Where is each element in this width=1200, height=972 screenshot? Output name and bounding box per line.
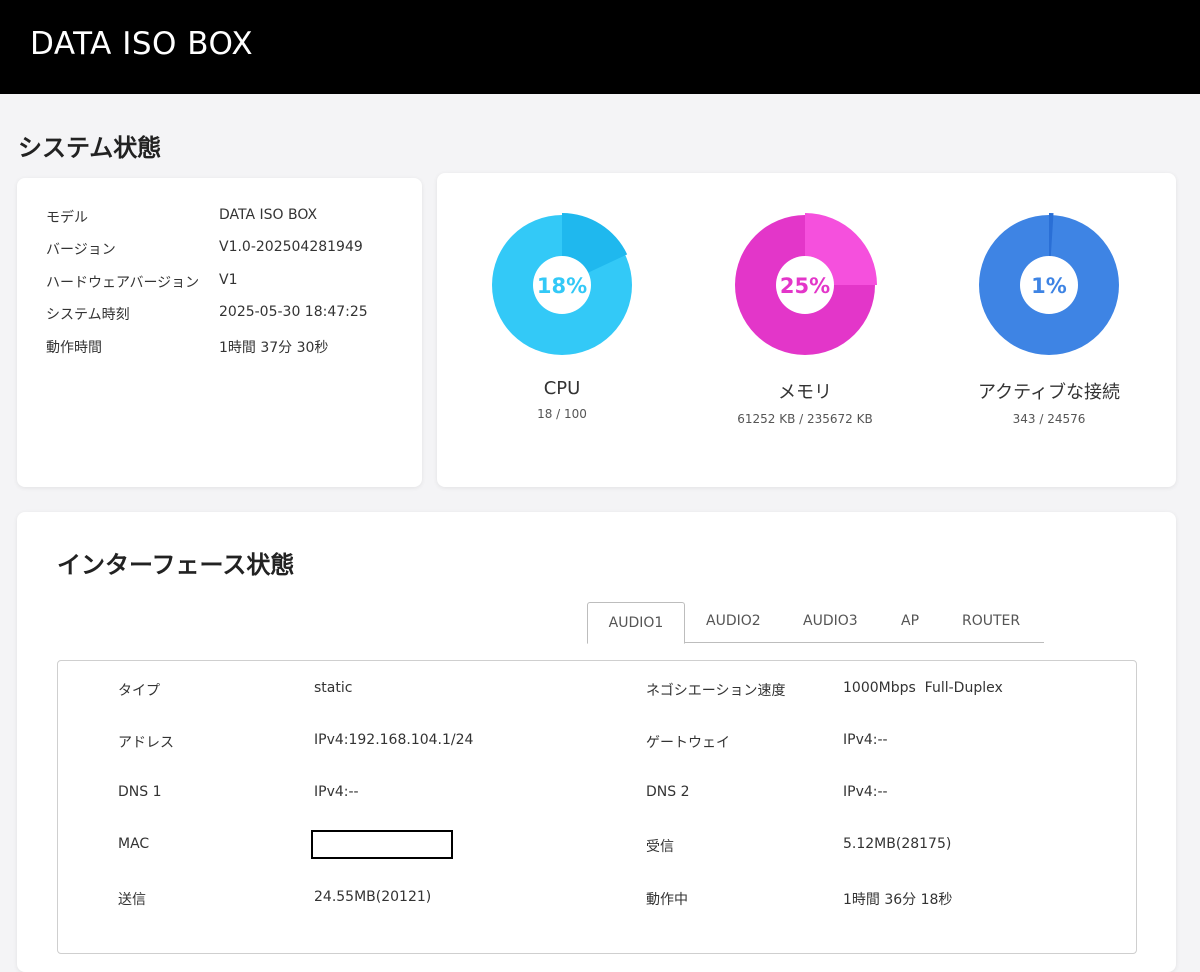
info-value-version: V1.0-202504281949	[219, 239, 363, 255]
type-label: タイプ	[118, 683, 160, 699]
dns2-value: IPv4:--	[843, 784, 888, 800]
connections-donut-chart: 1%	[979, 213, 1119, 355]
memory-donut-chart: 25%	[735, 213, 877, 355]
cpu-donut-chart: 18%	[492, 213, 632, 355]
gateway-value: IPv4:--	[843, 732, 888, 748]
tab-audio1[interactable]: AUDIO1	[587, 602, 685, 644]
interface-status-title: インターフェース状態	[57, 551, 295, 579]
tab-audio3[interactable]: AUDIO3	[793, 602, 868, 642]
dns1-value: IPv4:--	[314, 784, 359, 800]
type-value: static	[314, 680, 353, 696]
resource-usage-card: 18% CPU 18 / 100 25% メモリ 61252 KB / 2356…	[437, 173, 1176, 487]
app-title: DATA ISO BOX	[30, 26, 254, 62]
info-value-system-time: 2025-05-30 18:47:25	[219, 304, 368, 320]
gateway-label: ゲートウェイ	[646, 735, 730, 751]
info-label-system-time: システム時刻	[46, 307, 130, 323]
sent-value: 24.55MB(20121)	[314, 889, 432, 905]
negotiation-speed-value: 1000Mbps Full-Duplex	[843, 680, 1003, 696]
dns2-label: DNS 2	[646, 784, 690, 800]
system-info-card: モデル DATA ISO BOX バージョン V1.0-202504281949…	[17, 178, 422, 487]
received-value: 5.12MB(28175)	[843, 836, 952, 852]
interface-tabs: AUDIO1 AUDIO2 AUDIO3 AP ROUTER	[587, 602, 1044, 644]
memory-label: メモリ	[778, 382, 832, 403]
memory-gauge: 25% メモリ 61252 KB / 235672 KB	[685, 210, 925, 426]
address-label: アドレス	[118, 735, 174, 751]
mac-value-redacted	[311, 830, 453, 859]
connections-detail: 343 / 24576	[1012, 412, 1086, 426]
system-status-title: システム状態	[18, 134, 162, 162]
sent-label: 送信	[118, 892, 146, 908]
memory-percent: 25%	[780, 274, 830, 298]
info-label-version: バージョン	[46, 242, 116, 258]
address-value: IPv4:192.168.104.1/24	[314, 732, 474, 748]
memory-detail: 61252 KB / 235672 KB	[737, 412, 873, 426]
dns1-label: DNS 1	[118, 784, 162, 800]
running-value: 1時間 36分 18秒	[843, 892, 953, 908]
info-label-uptime: 動作時間	[46, 340, 102, 356]
connections-percent: 1%	[1031, 274, 1067, 298]
info-label-model: モデル	[46, 210, 88, 226]
info-value-uptime: 1時間 37分 30秒	[219, 340, 329, 356]
tab-router[interactable]: ROUTER	[952, 602, 1030, 642]
connections-gauge: 1% アクティブな接続 343 / 24576	[929, 210, 1169, 426]
cpu-detail: 18 / 100	[537, 407, 587, 421]
top-bar: DATA ISO BOX	[0, 0, 1200, 94]
cpu-percent: 18%	[537, 274, 587, 298]
negotiation-speed-label: ネゴシエーション速度	[646, 683, 786, 699]
info-value-hw-version: V1	[219, 272, 238, 288]
info-label-hw-version: ハードウェアバージョン	[46, 275, 200, 291]
mac-label: MAC	[118, 836, 150, 852]
connections-label: アクティブな接続	[977, 382, 1121, 403]
interface-details-panel: タイプ static ネゴシエーション速度 1000Mbps Full-Dupl…	[57, 660, 1137, 954]
info-value-model: DATA ISO BOX	[219, 207, 318, 223]
cpu-gauge: 18% CPU 18 / 100	[442, 210, 682, 421]
tab-ap[interactable]: AP	[891, 602, 929, 642]
tab-audio2[interactable]: AUDIO2	[696, 602, 771, 642]
running-label: 動作中	[646, 892, 688, 908]
cpu-label: CPU	[543, 378, 581, 399]
received-label: 受信	[646, 839, 674, 855]
